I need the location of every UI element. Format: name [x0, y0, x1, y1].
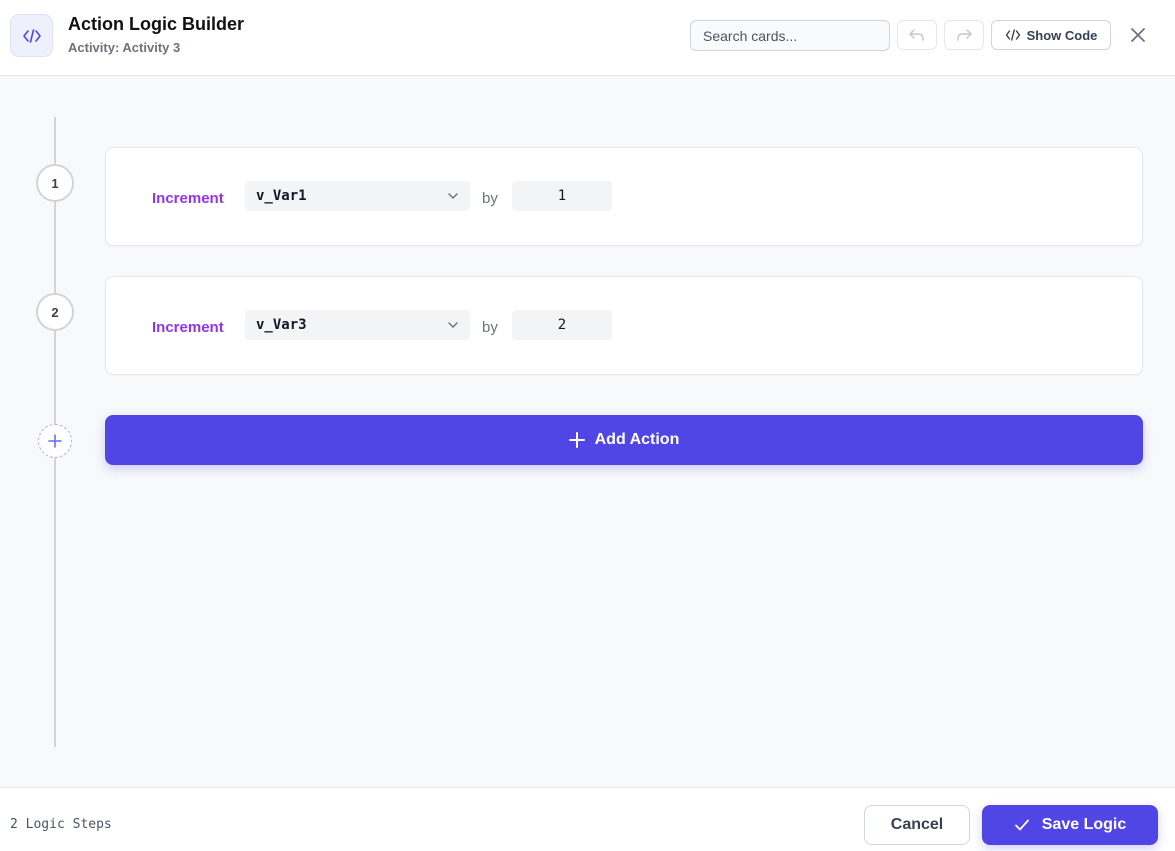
show-code-label: Show Code [1026, 27, 1098, 43]
variable-value: v_Var1 [256, 188, 307, 204]
variable-select[interactable]: v_Var1 [245, 181, 470, 211]
amount-input[interactable]: 2 [512, 310, 612, 340]
action-keyword: Increment [152, 190, 224, 207]
add-step-marker[interactable] [38, 424, 72, 458]
redo-button[interactable] [944, 20, 984, 50]
add-action-label: Add Action [594, 431, 680, 448]
activity-subtitle: Activity: Activity 3 [68, 40, 181, 55]
step-number-badge: 2 [36, 293, 74, 331]
undo-button[interactable] [897, 20, 937, 50]
plus-icon [568, 432, 585, 448]
amount-input[interactable]: 1 [512, 181, 612, 211]
plus-icon [48, 434, 62, 448]
chevron-down-icon [448, 322, 458, 328]
action-logic-builder-dialog: Action Logic Builder Activity: Activity … [0, 0, 1175, 851]
logic-canvas: 1 Increment v_Var1 by 1 2 Increment v_Va… [0, 77, 1175, 787]
action-card[interactable]: Increment v_Var1 by 1 [105, 147, 1143, 246]
check-icon [1014, 819, 1029, 831]
code-icon [10, 14, 53, 57]
undo-icon [909, 29, 924, 41]
cancel-button[interactable]: Cancel [864, 805, 970, 845]
cancel-label: Cancel [890, 816, 944, 833]
by-label: by [482, 190, 498, 207]
code-icon [1005, 29, 1020, 41]
close-icon [1131, 28, 1145, 42]
step-count: 2 Logic Steps [10, 817, 112, 832]
search-cards-input[interactable] [690, 20, 890, 51]
redo-icon [957, 29, 972, 41]
footer: 2 Logic Steps Cancel Save Logic [0, 787, 1175, 851]
show-code-button[interactable]: Show Code [991, 20, 1111, 50]
page-title: Action Logic Builder [68, 14, 245, 34]
action-card[interactable]: Increment v_Var3 by 2 [105, 276, 1143, 375]
step-number-badge: 1 [36, 164, 74, 202]
add-action-button[interactable]: Add Action [105, 415, 1143, 465]
by-label: by [482, 319, 498, 336]
header: Action Logic Builder Activity: Activity … [0, 0, 1175, 76]
chevron-down-icon [448, 193, 458, 199]
save-logic-button[interactable]: Save Logic [982, 805, 1158, 845]
variable-value: v_Var3 [256, 317, 307, 333]
save-logic-label: Save Logic [1041, 816, 1127, 833]
variable-select[interactable]: v_Var3 [245, 310, 470, 340]
action-keyword: Increment [152, 319, 224, 336]
close-button[interactable] [1124, 21, 1152, 49]
